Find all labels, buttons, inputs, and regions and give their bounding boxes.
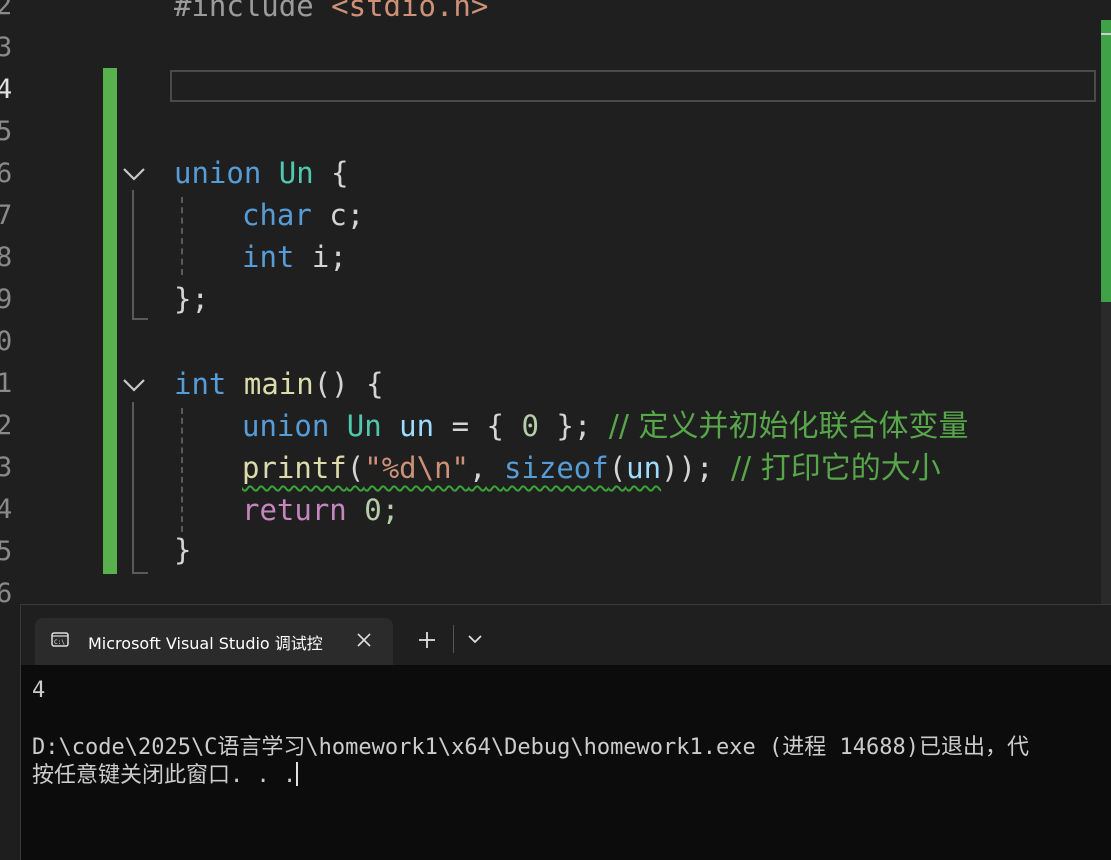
terminal-tab[interactable]: C:\ Microsoft Visual Studio 调试控 <box>35 618 393 665</box>
svg-text:C:\: C:\ <box>54 639 65 646</box>
indent-guide <box>181 408 183 532</box>
member-name: c; <box>329 198 365 232</box>
chevron-down-icon[interactable] <box>468 633 482 645</box>
debug-console-window[interactable]: C:\ Microsoft Visual Studio 调试控 4 D:\cod… <box>20 604 1111 860</box>
code-line-union-decl[interactable]: union Un { <box>174 156 349 190</box>
variable-name: un <box>626 451 662 485</box>
current-line-highlight[interactable] <box>170 70 1096 102</box>
scrollbar-thumb[interactable] <box>1101 20 1111 302</box>
keyword: int <box>174 367 227 401</box>
string-literal: "%d\n" <box>364 451 469 485</box>
code-line-main-close[interactable]: } <box>174 533 191 567</box>
terminal-output-line: 4 <box>32 678 46 703</box>
line-number: 7 <box>0 200 13 231</box>
code-line-member-i[interactable]: int i; <box>242 240 347 274</box>
line-number: 5 <box>0 536 13 567</box>
comment: // 打印它的大小 <box>730 451 941 486</box>
console-icon: C:\ <box>51 632 69 647</box>
keyword: return <box>242 493 347 527</box>
code-line-include[interactable]: #include <stdio.h> <box>174 0 488 23</box>
include-header: <stdio.h> <box>331 0 489 23</box>
line-number: 3 <box>0 452 13 483</box>
terminal-tab-bar: C:\ Microsoft Visual Studio 调试控 <box>21 605 1111 665</box>
line-number: 2 <box>0 410 13 441</box>
keyword: union <box>242 409 330 443</box>
line-number: 5 <box>0 116 13 147</box>
terminal-output-line: D:\code\2025\C语言学习\homework1\x64\Debug\h… <box>32 735 1029 760</box>
comma: , <box>469 451 487 485</box>
line-number-active: 4 <box>0 74 13 105</box>
line-number: 8 <box>0 242 13 273</box>
terminal-tab-title: Microsoft Visual Studio 调试控 <box>88 634 323 653</box>
keyword: char <box>242 198 312 232</box>
brace: }; <box>556 409 592 443</box>
preprocessor-directive: #include <box>174 0 314 23</box>
chevron-down-icon[interactable] <box>122 164 146 184</box>
indent-guide <box>181 197 183 275</box>
member-name: i; <box>311 240 347 274</box>
code-line-union-close[interactable]: }; <box>174 282 209 316</box>
keyword: union <box>174 156 262 190</box>
fold-bracket <box>132 402 148 574</box>
chevron-down-icon[interactable] <box>122 375 146 395</box>
line-number: 9 <box>0 284 13 315</box>
tab-divider <box>453 625 454 653</box>
close-icon[interactable] <box>355 631 373 649</box>
code-line-member-c[interactable]: char c; <box>242 198 364 232</box>
fold-bracket <box>132 190 148 320</box>
code-line-return[interactable]: return 0; <box>242 493 399 527</box>
number: 0 <box>521 409 539 443</box>
scroll-position-marker <box>1101 33 1111 35</box>
keyword: sizeof <box>503 451 609 485</box>
brace: { <box>486 409 504 443</box>
paren: )); <box>661 451 714 485</box>
line-number: 4 <box>0 494 13 525</box>
brace: { <box>331 156 349 190</box>
code-line-main-decl[interactable]: int main() { <box>174 367 384 401</box>
code-line-printf[interactable]: printf("%d\n", sizeof(un)); // 打印它的大小 <box>242 451 941 486</box>
brace: }; <box>174 282 209 316</box>
variable-name: un <box>399 409 435 443</box>
line-number: 1 <box>0 368 13 399</box>
line-number: 3 <box>0 32 13 63</box>
change-indicator-bar <box>103 68 117 574</box>
keyword: int <box>242 240 295 274</box>
code-editor[interactable]: 2 3 4 5 6 7 8 9 0 1 2 3 4 5 6 #include <… <box>0 0 1111 606</box>
comment: // 定义并初始化联合体变量 <box>608 409 969 444</box>
brace: } <box>174 533 192 567</box>
terminal-output-line: 按任意键关闭此窗口. . . <box>32 762 299 789</box>
function-name: printf <box>242 451 347 485</box>
number: 0; <box>364 493 400 527</box>
type-name: Un <box>346 409 382 443</box>
terminal-prompt-text: 按任意键关闭此窗口. . . <box>32 763 297 788</box>
function-name: main <box>243 367 314 401</box>
operator: = <box>451 409 470 443</box>
brace: { <box>366 367 384 401</box>
text-cursor <box>296 762 299 786</box>
line-number: 6 <box>0 578 13 606</box>
paren: ( <box>346 451 365 485</box>
line-number: 0 <box>0 326 13 357</box>
line-number: 2 <box>0 0 13 21</box>
code-line-union-var[interactable]: union Un un = { 0 }; // 定义并初始化联合体变量 <box>242 409 969 444</box>
new-tab-button[interactable] <box>416 629 438 651</box>
parens: () <box>313 367 349 401</box>
line-number: 6 <box>0 158 13 189</box>
type-name: Un <box>278 156 314 190</box>
warning-squiggle[interactable]: printf("%d\n", sizeof(un <box>242 451 661 485</box>
